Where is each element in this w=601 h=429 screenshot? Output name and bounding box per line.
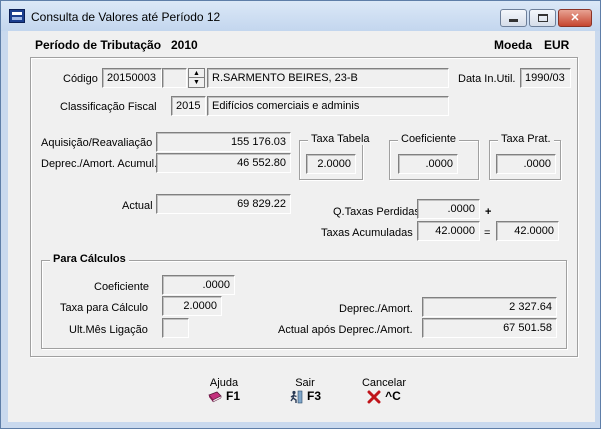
- classification-label: Classificação Fiscal: [60, 101, 157, 113]
- currency-label: Moeda: [494, 38, 533, 52]
- red-x-icon: [367, 390, 381, 404]
- calc-rate-label: Taxa para Cálculo: [60, 302, 149, 314]
- cancel-key: ^C: [385, 389, 401, 403]
- client-area: Período de Tributação 2010 Moeda EUR Cód…: [8, 31, 595, 422]
- close-icon: ✕: [570, 12, 580, 24]
- exit-label: Sair: [295, 377, 315, 389]
- coeficiente-label: Coeficiente: [398, 133, 460, 145]
- exit-button[interactable]: Sair F3: [277, 377, 333, 404]
- calc-coef-field[interactable]: .0000: [162, 275, 235, 295]
- after-deprec-field[interactable]: 67 501.58: [422, 318, 557, 338]
- title-bar[interactable]: Consulta de Valores até Período 12 ✕: [1, 1, 600, 31]
- asset-description-field[interactable]: R.SARMENTO BEIRES, 23-B: [207, 68, 449, 88]
- app-icon[interactable]: [9, 9, 25, 23]
- lost-rates-field[interactable]: .0000: [417, 199, 480, 219]
- main-panel: Código 20150003 ▲ ▼ R.SARMENTO BEIRES, 2…: [30, 57, 578, 357]
- classification-desc-field[interactable]: Edifícios comerciais e adminis: [207, 96, 449, 116]
- accumulated-label: Deprec./Amort. Acumul.: [41, 158, 158, 170]
- taxa-prat-group: Taxa Prat. .0000: [489, 133, 561, 180]
- spin-down-icon[interactable]: ▼: [189, 78, 204, 87]
- coeficiente-group: Coeficiente .0000: [389, 133, 479, 180]
- help-key: F1: [225, 389, 240, 403]
- main-window: Consulta de Valores até Período 12 ✕ Per…: [0, 0, 601, 429]
- period-value: 2010: [171, 38, 198, 52]
- date-label: Data In.Util.: [458, 73, 516, 85]
- plus-sign: +: [485, 206, 492, 218]
- classification-code-field[interactable]: 2015: [171, 96, 206, 116]
- after-deprec-label: Actual após Deprec./Amort.: [278, 324, 413, 336]
- code-spinner[interactable]: ▲ ▼: [188, 68, 205, 88]
- taxa-tabela-group: Taxa Tabela 2.0000: [299, 133, 373, 180]
- window-title: Consulta de Valores até Período 12: [31, 10, 221, 24]
- maximize-icon: [537, 14, 548, 22]
- accum-rates-field[interactable]: 42.0000: [417, 221, 480, 241]
- calc-rate-field[interactable]: 2.0000: [162, 296, 222, 316]
- calc-coef-label: Coeficiente: [94, 281, 150, 293]
- lost-rates-label: Q.Taxas Perdidas: [333, 206, 420, 218]
- calc-group: Para Cálculos Coeficiente .0000 Taxa par…: [41, 253, 567, 349]
- period-label: Período de Tributação: [35, 38, 162, 52]
- help-button[interactable]: Ajuda F1: [196, 377, 252, 403]
- code-field[interactable]: 20150003: [102, 68, 162, 88]
- code-label: Código: [63, 73, 98, 85]
- close-button[interactable]: ✕: [558, 9, 592, 27]
- running-man-icon: [290, 390, 303, 404]
- calc-title: Para Cálculos: [50, 253, 129, 265]
- last-month-label: Ult.Mês Ligação: [69, 324, 148, 336]
- taxa-prat-label: Taxa Prat.: [498, 133, 554, 145]
- help-label: Ajuda: [209, 377, 239, 389]
- taxa-prat-field[interactable]: .0000: [496, 154, 556, 174]
- date-field[interactable]: 1990/03: [520, 68, 571, 88]
- minimize-button[interactable]: [500, 9, 527, 27]
- book-icon: [208, 391, 222, 403]
- currency-value: EUR: [544, 38, 570, 52]
- taxa-tabela-label: Taxa Tabela: [308, 133, 373, 145]
- equals-sign: =: [484, 227, 491, 239]
- cancel-button[interactable]: Cancelar ^C: [351, 377, 417, 404]
- accumulated-field[interactable]: 46 552.80: [156, 153, 291, 173]
- taxa-tabela-field[interactable]: 2.0000: [306, 154, 356, 174]
- spin-up-icon[interactable]: ▲: [189, 69, 204, 78]
- actual-label: Actual: [122, 200, 153, 212]
- cancel-label: Cancelar: [361, 377, 407, 389]
- minimize-icon: [509, 19, 518, 22]
- coeficiente-field[interactable]: .0000: [398, 154, 458, 174]
- maximize-button[interactable]: [529, 9, 556, 27]
- actual-field[interactable]: 69 829.22: [156, 194, 291, 214]
- code-extra-field[interactable]: [162, 68, 187, 88]
- deprec-field[interactable]: 2 327.64: [422, 297, 557, 317]
- exit-key: F3: [306, 389, 321, 403]
- accum-total-field[interactable]: 42.0000: [496, 221, 559, 241]
- acquisition-label: Aquisição/Reavaliação: [41, 137, 153, 149]
- deprec-label: Deprec./Amort.: [339, 303, 413, 315]
- last-month-field[interactable]: [162, 318, 189, 338]
- accum-rates-label: Taxas Acumuladas: [321, 227, 413, 239]
- acquisition-field[interactable]: 155 176.03: [156, 132, 291, 152]
